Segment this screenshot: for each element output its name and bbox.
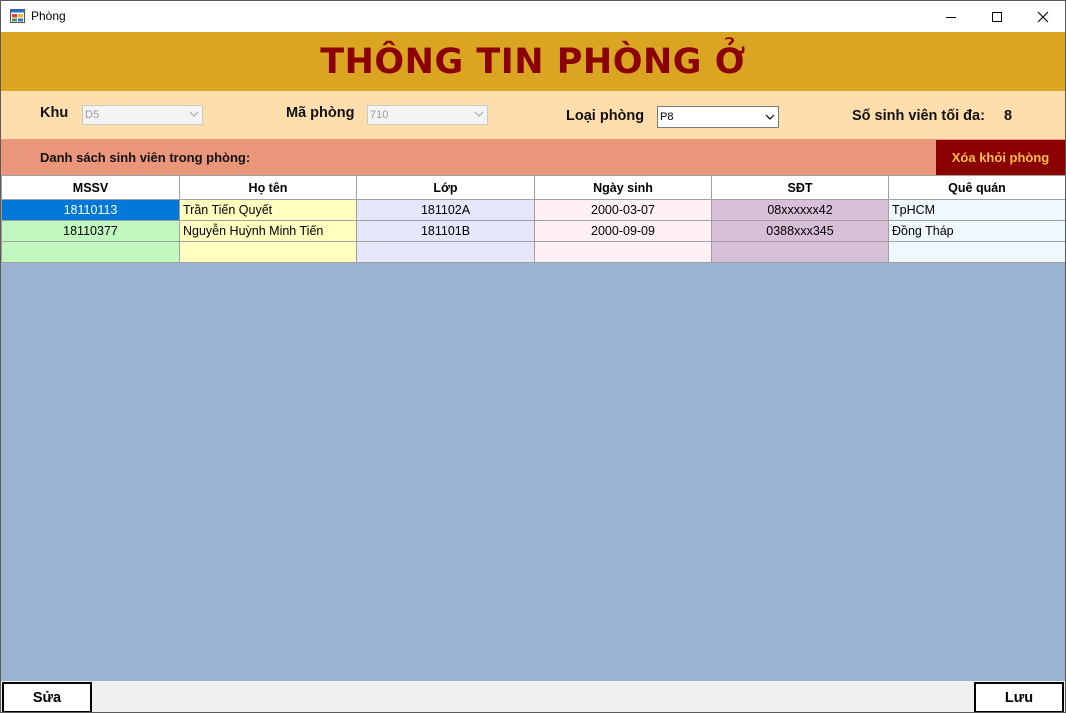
column-header-mssv[interactable]: MSSV	[1, 175, 180, 200]
minimize-button[interactable]	[928, 1, 974, 32]
chevron-down-icon	[189, 111, 199, 117]
close-icon	[1037, 11, 1049, 22]
student-grid-area: MSSV Họ tên Lớp Ngày sinh SĐT Quê quán 1…	[1, 175, 1065, 681]
chevron-down-icon	[765, 114, 775, 120]
page-title: THÔNG TIN PHÒNG Ở	[320, 41, 746, 82]
cell-lop[interactable]: 181102A	[356, 199, 535, 221]
chevron-down-icon	[474, 111, 484, 117]
loai-phong-dropdown[interactable]: P8	[657, 106, 779, 128]
ma-phong-value: 710	[370, 109, 389, 121]
window-title: Phòng	[31, 9, 66, 23]
max-students-value: 8	[1004, 108, 1013, 124]
column-header-ngay-sinh[interactable]: Ngày sinh	[534, 175, 712, 200]
cell-ho-ten[interactable]: Nguyễn Huỳnh Minh Tiến	[179, 220, 357, 242]
column-header-ho-ten[interactable]: Họ tên	[179, 175, 357, 200]
cell-lop[interactable]	[356, 241, 535, 263]
app-icon	[10, 9, 25, 23]
remove-from-room-button[interactable]: Xóa khỏi phòng	[936, 140, 1065, 175]
cell-ngay-sinh[interactable]: 2000-09-09	[534, 220, 712, 242]
room-window: Phòng THÔNG TIN PHÒNG Ở Khu D5 Mã phòng …	[0, 0, 1066, 713]
cell-mssv[interactable]: 18110377	[1, 220, 180, 242]
column-header-sdt[interactable]: SĐT	[711, 175, 889, 200]
minimize-icon	[946, 16, 956, 18]
cell-que-quan[interactable]	[888, 241, 1065, 263]
table-row-new[interactable]	[1, 241, 1065, 263]
cell-ngay-sinh[interactable]	[534, 241, 712, 263]
cell-mssv[interactable]: 18110113	[1, 199, 180, 221]
student-table: MSSV Họ tên Lớp Ngày sinh SĐT Quê quán 1…	[1, 175, 1065, 263]
header-banner: THÔNG TIN PHÒNG Ở	[1, 32, 1065, 91]
cell-ho-ten[interactable]	[179, 241, 357, 263]
filter-row: Khu D5 Mã phòng 710 Loại phòng P8 Số sin…	[1, 91, 1065, 139]
column-header-lop[interactable]: Lớp	[356, 175, 535, 200]
cell-que-quan[interactable]: TpHCM	[888, 199, 1065, 221]
maximize-button[interactable]	[974, 1, 1020, 32]
column-header-que-quan[interactable]: Quê quán	[888, 175, 1065, 200]
cell-sdt[interactable]: 08xxxxxx42	[711, 199, 889, 221]
khu-dropdown[interactable]: D5	[82, 105, 203, 125]
bottom-bar: Sửa Lưu	[1, 681, 1065, 712]
cell-sdt[interactable]	[711, 241, 889, 263]
ma-phong-label: Mã phòng	[286, 105, 355, 121]
cell-mssv[interactable]	[1, 241, 180, 263]
loai-phong-value: P8	[660, 111, 674, 123]
maximize-icon	[992, 11, 1002, 22]
save-button[interactable]: Lưu	[974, 682, 1064, 712]
cell-sdt[interactable]: 0388xxx345	[711, 220, 889, 242]
cell-ngay-sinh[interactable]: 2000-03-07	[534, 199, 712, 221]
ma-phong-dropdown[interactable]: 710	[367, 105, 488, 125]
close-button[interactable]	[1020, 1, 1065, 32]
student-list-bar: Danh sách sinh viên trong phòng: Xóa khỏ…	[1, 139, 1065, 175]
cell-lop[interactable]: 181101B	[356, 220, 535, 242]
khu-label: Khu	[40, 105, 69, 121]
title-bar: Phòng	[1, 1, 1065, 32]
loai-phong-label: Loại phòng	[566, 108, 645, 124]
table-row[interactable]: 18110113 Trần Tiến Quyết 181102A 2000-03…	[1, 199, 1065, 221]
khu-value: D5	[85, 109, 100, 121]
student-list-title: Danh sách sinh viên trong phòng:	[40, 150, 251, 165]
cell-que-quan[interactable]: Đồng Tháp	[888, 220, 1065, 242]
edit-button[interactable]: Sửa	[2, 682, 92, 712]
table-row[interactable]: 18110377 Nguyễn Huỳnh Minh Tiến 181101B …	[1, 220, 1065, 242]
table-header-row: MSSV Họ tên Lớp Ngày sinh SĐT Quê quán	[1, 175, 1065, 200]
max-students-label: Số sinh viên tối đa:	[852, 108, 985, 124]
cell-ho-ten[interactable]: Trần Tiến Quyết	[179, 199, 357, 221]
